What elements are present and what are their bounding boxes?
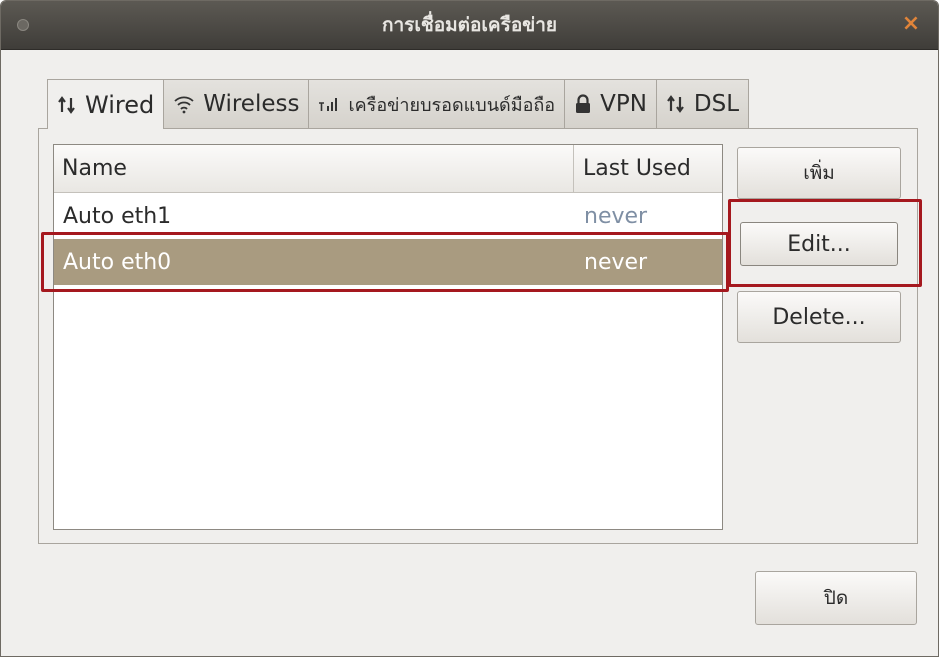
add-button[interactable]: เพิ่ม — [737, 147, 901, 199]
list-header: Name Last Used — [54, 145, 722, 193]
lock-icon — [574, 94, 592, 114]
connection-name: Auto eth1 — [63, 203, 172, 229]
tab-mobile-broadband-label: เครือข่ายบรอดแบนด์มือถือ — [348, 94, 556, 116]
table-row-selected[interactable]: Auto eth0 never — [54, 239, 722, 285]
column-header-name[interactable]: Name — [54, 145, 574, 192]
tab-vpn-label: VPN — [600, 91, 647, 117]
column-header-last-used[interactable]: Last Used — [574, 145, 722, 192]
wifi-icon — [173, 94, 195, 114]
tab-dsl[interactable]: DSL — [655, 79, 750, 128]
tab-dsl-label: DSL — [693, 91, 740, 117]
title-bar[interactable]: การเชื่อมต่อเครือข่าย × — [1, 1, 938, 50]
close-icon[interactable]: × — [900, 13, 922, 35]
tab-vpn[interactable]: VPN — [564, 79, 657, 128]
tab-strip: Wired Wireless เครือข่ายบรอดแบนด์มือถือ … — [47, 79, 750, 129]
delete-button[interactable]: Delete... — [737, 291, 901, 343]
connection-last-used: never — [584, 203, 648, 229]
connections-list[interactable]: Name Last Used Auto eth1 never Auto eth0… — [53, 144, 723, 530]
network-arrows-icon — [57, 95, 77, 114]
window-title: การเชื่อมต่อเครือข่าย — [381, 14, 558, 36]
edit-button[interactable]: Edit... — [740, 222, 898, 266]
tab-wireless[interactable]: Wireless — [163, 79, 310, 128]
signal-bars-icon — [318, 96, 340, 112]
tab-mobile-broadband[interactable]: เครือข่ายบรอดแบนด์มือถือ — [308, 79, 566, 128]
network-arrows-icon — [666, 95, 686, 113]
close-button[interactable]: ปิด — [755, 571, 917, 625]
tab-wired-label: Wired — [85, 90, 155, 119]
connection-last-used: never — [584, 249, 648, 275]
connection-name: Auto eth0 — [63, 249, 172, 275]
network-connections-window: การเชื่อมต่อเครือข่าย × Wired Wireless เ… — [0, 0, 939, 657]
table-row[interactable]: Auto eth1 never — [54, 193, 722, 239]
tab-wired[interactable]: Wired — [47, 79, 165, 129]
tab-wireless-label: Wireless — [203, 91, 300, 117]
